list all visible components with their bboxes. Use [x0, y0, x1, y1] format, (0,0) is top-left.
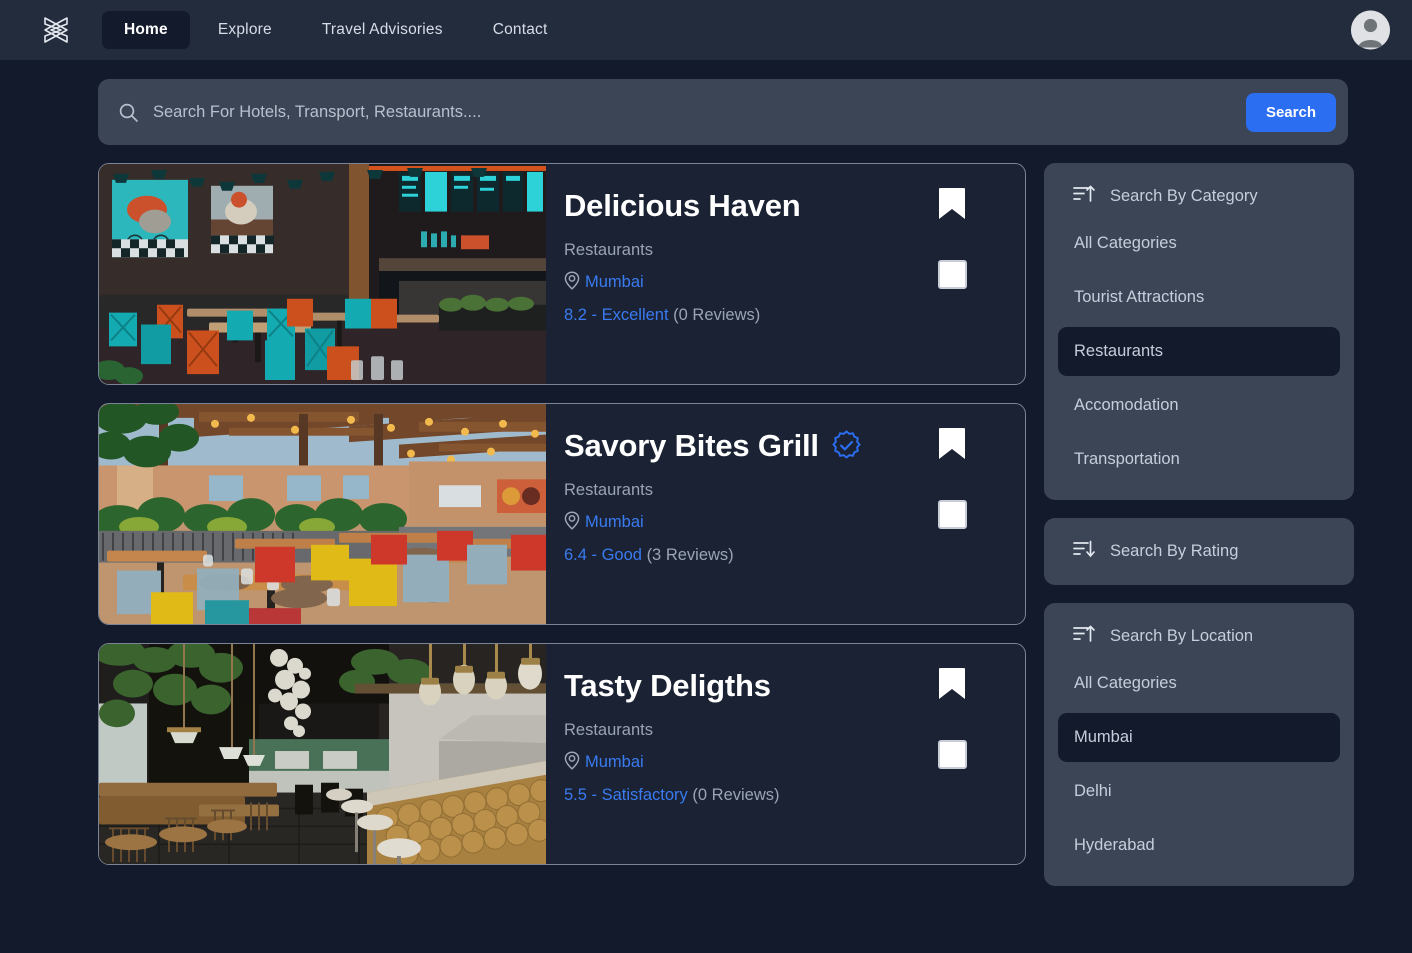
search-icon: [118, 102, 139, 123]
main-layout: Delicious Haven Restaurants Mumbai 8.2 -…: [0, 145, 1412, 886]
result-rating-score: 6.4 - Good: [564, 545, 642, 564]
category-panel-header[interactable]: Search By Category: [1058, 179, 1340, 214]
location-item-hyderabad[interactable]: Hyderabad: [1058, 821, 1340, 870]
search-button[interactable]: Search: [1245, 92, 1336, 132]
location-pin-icon: [564, 751, 580, 775]
result-title-row: Tasty Deligths: [564, 668, 999, 704]
location-pin-icon: [564, 271, 580, 295]
result-rating: 8.2 - Excellent (0 Reviews): [564, 306, 999, 325]
result-location: Mumbai: [564, 511, 999, 535]
result-title: Tasty Deligths: [564, 668, 771, 703]
result-category: Restaurants: [564, 720, 653, 739]
nav-link-home[interactable]: Home: [102, 11, 190, 49]
crossed-ribbon-logo-icon[interactable]: [36, 10, 76, 50]
result-title: Savory Bites Grill: [564, 428, 819, 463]
nav-link-travel-advisories[interactable]: Travel Advisories: [300, 11, 465, 49]
category-item-transportation[interactable]: Transportation: [1058, 435, 1340, 484]
modern-bistro-image: [99, 644, 546, 864]
bookmark-icon[interactable]: [937, 666, 967, 707]
result-card[interactable]: Tasty Deligths Restaurants Mumbai 5.5 - …: [98, 643, 1026, 865]
result-rating: 5.5 - Satisfactory (0 Reviews): [564, 786, 999, 805]
result-card-body: Tasty Deligths Restaurants Mumbai 5.5 - …: [546, 644, 1025, 864]
result-review-count: (0 Reviews): [692, 785, 780, 804]
result-review-count: (3 Reviews): [646, 545, 734, 564]
compare-checkbox[interactable]: [938, 500, 967, 529]
sort-ascending-icon: [1072, 184, 1096, 209]
category-panel-title: Search By Category: [1110, 187, 1258, 205]
result-location: Mumbai: [564, 271, 999, 295]
nav-links: Home Explore Travel Advisories Contact: [102, 11, 570, 49]
location-panel-header[interactable]: Search By Location: [1058, 619, 1340, 654]
result-rating-score: 5.5 - Satisfactory: [564, 785, 688, 804]
outdoor-patio-image: [99, 404, 546, 624]
result-rating: 6.4 - Good (3 Reviews): [564, 546, 999, 565]
location-item-delhi[interactable]: Delhi: [1058, 767, 1340, 816]
result-category: Restaurants: [564, 480, 653, 499]
bookmark-icon[interactable]: [937, 186, 967, 227]
category-item-tourist-attractions[interactable]: Tourist Attractions: [1058, 273, 1340, 322]
location-filter-panel: Search By Location All Categories Mumbai…: [1044, 603, 1354, 886]
category-item-all[interactable]: All Categories: [1058, 219, 1340, 268]
rating-panel-title: Search By Rating: [1110, 542, 1239, 560]
rating-filter-panel: Search By Rating: [1044, 518, 1354, 585]
search-section: Search: [0, 60, 1412, 145]
result-location-label[interactable]: Mumbai: [585, 273, 644, 292]
bookmark-icon[interactable]: [937, 426, 967, 467]
result-card-body: Savory Bites Grill Restaurants Mumbai 6.…: [546, 404, 1025, 624]
nav-link-explore[interactable]: Explore: [196, 11, 294, 49]
result-title: Delicious Haven: [564, 188, 801, 223]
location-item-mumbai[interactable]: Mumbai: [1058, 713, 1340, 762]
result-review-count: (0 Reviews): [673, 305, 761, 324]
sort-descending-icon: [1072, 539, 1096, 564]
result-location-label[interactable]: Mumbai: [585, 753, 644, 772]
result-card-body: Delicious Haven Restaurants Mumbai 8.2 -…: [546, 164, 1025, 384]
restaurant-interior-image: [99, 164, 546, 384]
result-title-row: Delicious Haven: [564, 188, 999, 224]
compare-checkbox[interactable]: [938, 260, 967, 289]
result-location: Mumbai: [564, 751, 999, 775]
result-category: Restaurants: [564, 240, 653, 259]
category-filter-panel: Search By Category All Categories Touris…: [1044, 163, 1354, 500]
result-location-label[interactable]: Mumbai: [585, 513, 644, 532]
nav-link-contact[interactable]: Contact: [471, 11, 570, 49]
filters-sidebar: Search By Category All Categories Touris…: [1044, 163, 1354, 886]
results-list: Delicious Haven Restaurants Mumbai 8.2 -…: [98, 163, 1026, 865]
search-input[interactable]: [153, 102, 1246, 122]
verified-badge-icon: [831, 430, 862, 461]
search-bar[interactable]: Search: [98, 79, 1348, 145]
category-item-accomodation[interactable]: Accomodation: [1058, 381, 1340, 430]
result-rating-score: 8.2 - Excellent: [564, 305, 669, 324]
sort-ascending-icon: [1072, 624, 1096, 649]
result-card[interactable]: Delicious Haven Restaurants Mumbai 8.2 -…: [98, 163, 1026, 385]
location-pin-icon: [564, 511, 580, 535]
location-item-all[interactable]: All Categories: [1058, 659, 1340, 708]
result-title-row: Savory Bites Grill: [564, 428, 999, 464]
category-item-restaurants[interactable]: Restaurants: [1058, 327, 1340, 376]
result-card[interactable]: Savory Bites Grill Restaurants Mumbai 6.…: [98, 403, 1026, 625]
location-panel-title: Search By Location: [1110, 627, 1254, 645]
rating-panel-header[interactable]: Search By Rating: [1058, 534, 1340, 569]
compare-checkbox[interactable]: [938, 740, 967, 769]
top-navbar: Home Explore Travel Advisories Contact: [0, 0, 1412, 60]
user-avatar-icon[interactable]: [1351, 10, 1390, 50]
